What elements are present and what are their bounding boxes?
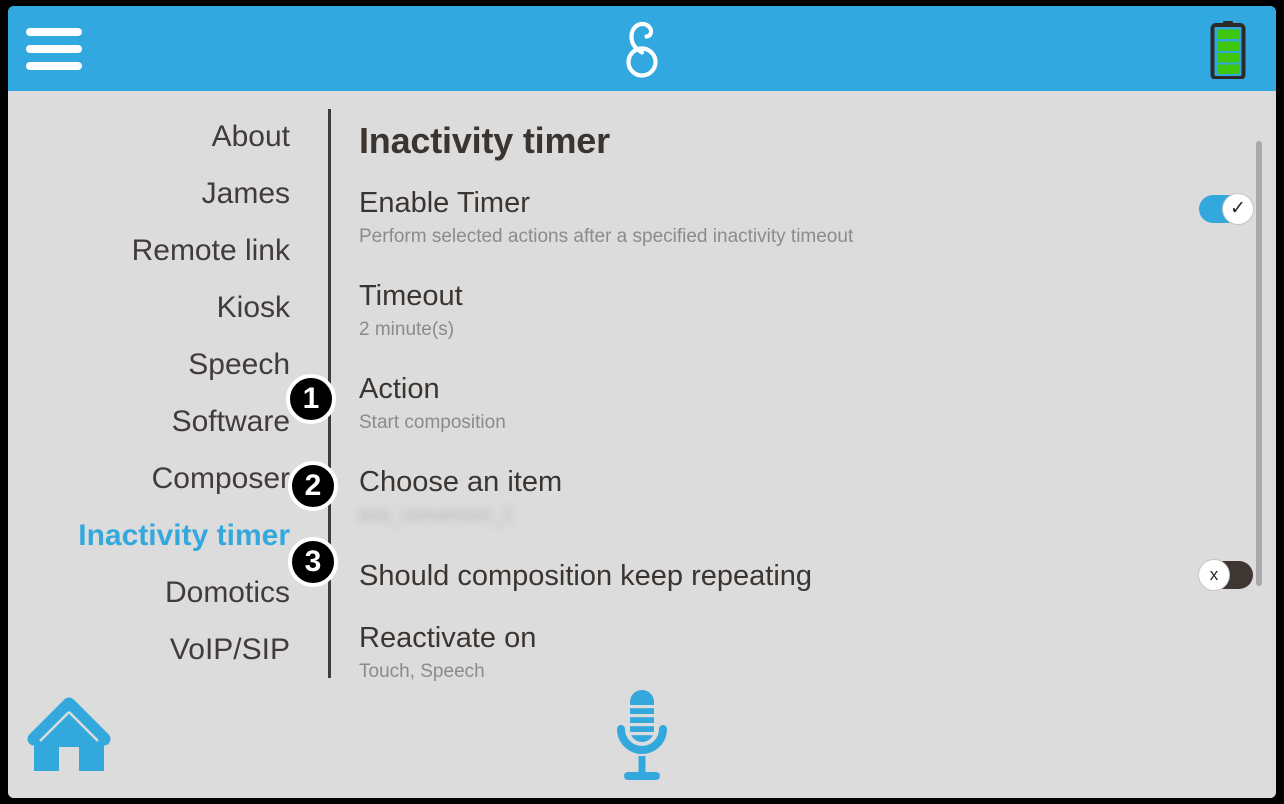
page-title: Inactivity timer [359, 120, 610, 161]
keep-repeating-toggle[interactable]: x [1198, 559, 1253, 591]
setting-row-reactivate-on[interactable]: Reactivate on Touch, Speech [359, 621, 1248, 686]
hamburger-bar [26, 62, 82, 70]
hamburger-menu-icon[interactable] [26, 28, 82, 70]
setting-label: Reactivate on [359, 622, 537, 654]
toggle-knob-cross-icon: x [1198, 559, 1230, 591]
sidebar-item-james[interactable]: James [8, 165, 318, 222]
toggle-knob-check-icon: ✓ [1222, 193, 1254, 225]
device-frame: About James Remote link Kiosk Speech Sof… [0, 0, 1284, 804]
setting-label: Enable Timer [359, 187, 530, 219]
setting-label: Choose an item [359, 466, 563, 498]
setting-label: Action [359, 373, 440, 405]
settings-sidebar: About James Remote link Kiosk Speech Sof… [8, 91, 318, 678]
step-badge-3: 3 [288, 537, 338, 587]
setting-label: Timeout [359, 280, 463, 312]
setting-row-enable-timer[interactable]: Enable Timer Perform selected actions af… [359, 186, 1254, 251]
content-area: About James Remote link Kiosk Speech Sof… [8, 91, 1276, 798]
hamburger-bar [26, 28, 82, 36]
app-logo-icon [611, 17, 673, 81]
home-icon[interactable] [26, 695, 112, 775]
sidebar-item-voip-sip[interactable]: VoIP/SIP [8, 621, 318, 678]
setting-description: Perform selected actions after a specifi… [359, 226, 854, 247]
panel-scrollbar[interactable] [1256, 141, 1262, 586]
microphone-icon[interactable] [608, 684, 676, 788]
setting-row-action[interactable]: Action Start composition [359, 372, 1248, 437]
app-header [8, 6, 1276, 91]
sidebar-item-composer[interactable]: Composer [8, 450, 318, 507]
hamburger-bar [26, 45, 82, 53]
setting-value-redacted: test_conversion_2 [359, 505, 514, 526]
sidebar-item-speech[interactable]: Speech [8, 336, 318, 393]
setting-row-keep-repeating[interactable]: Should composition keep repeating x [359, 559, 1253, 593]
step-badge-2: 2 [288, 461, 338, 511]
bottom-bar [8, 680, 1276, 798]
sidebar-item-software[interactable]: Software [8, 393, 318, 450]
setting-row-timeout[interactable]: Timeout 2 minute(s) [359, 279, 1248, 344]
battery-full-icon [1210, 21, 1246, 80]
setting-value: Start composition [359, 412, 506, 433]
sidebar-item-kiosk[interactable]: Kiosk [8, 279, 318, 336]
setting-row-choose-item[interactable]: Choose an item test_conversion_2 [359, 465, 1248, 530]
setting-label: Should composition keep repeating [359, 560, 813, 592]
enable-timer-toggle[interactable]: ✓ [1199, 193, 1254, 225]
scrollbar-thumb[interactable] [1256, 141, 1262, 586]
screen: About James Remote link Kiosk Speech Sof… [8, 6, 1276, 798]
setting-value: 2 minute(s) [359, 319, 455, 340]
sidebar-item-inactivity-timer[interactable]: Inactivity timer [8, 507, 318, 564]
step-badge-1: 1 [286, 374, 336, 424]
sidebar-item-remote-link[interactable]: Remote link [8, 222, 318, 279]
sidebar-item-about[interactable]: About [8, 108, 318, 165]
sidebar-item-domotics[interactable]: Domotics [8, 564, 318, 621]
